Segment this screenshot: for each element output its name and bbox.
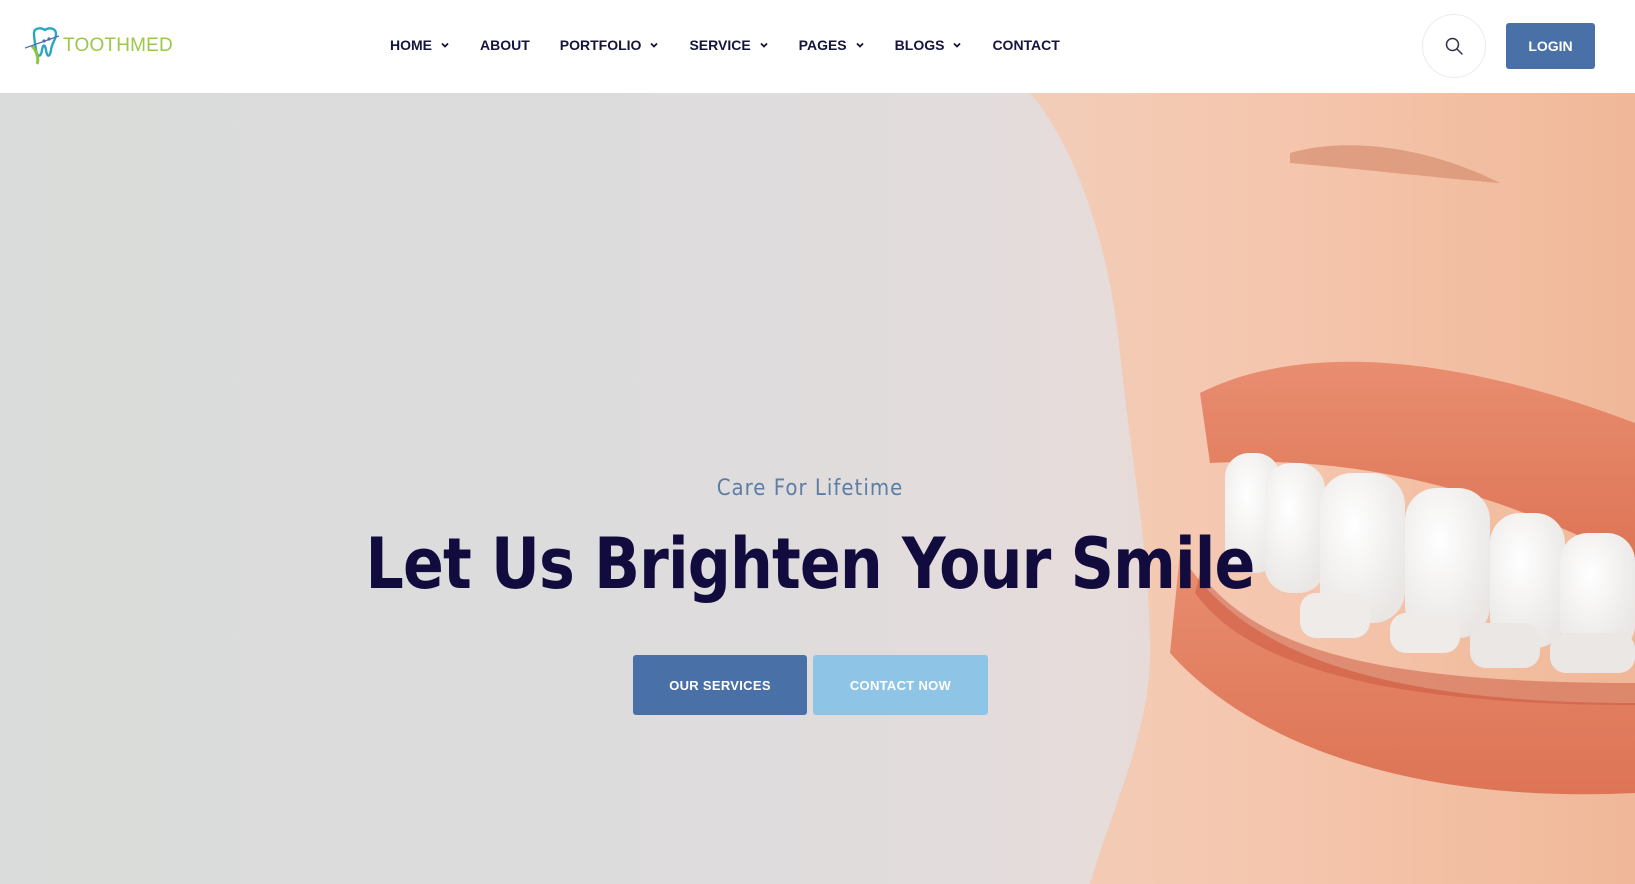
- main-nav: HOME ABOUT PORTFOLIO SERVICE PAGES BLOGS…: [390, 34, 1090, 56]
- nav-item-label: BLOGS: [894, 37, 945, 53]
- chevron-down-icon: [952, 40, 962, 50]
- chevron-down-icon: [759, 40, 769, 50]
- nav-item-about[interactable]: ABOUT: [480, 34, 530, 56]
- our-services-button[interactable]: OUR SERVICES: [633, 655, 807, 715]
- search-button[interactable]: [1422, 14, 1486, 78]
- site-header: TOOTHMED HOME ABOUT PORTFOLIO SERVICE PA…: [0, 0, 1635, 93]
- login-button[interactable]: LOGIN: [1506, 23, 1595, 69]
- tooth-logo-icon: [25, 27, 60, 65]
- nav-item-home[interactable]: HOME: [390, 34, 450, 56]
- brand-name: TOOTHMED: [63, 35, 173, 56]
- hero-title: Let Us Brighten Your Smile: [365, 523, 1256, 605]
- hero-section: Care For Lifetime Let Us Brighten Your S…: [0, 93, 1635, 884]
- chevron-down-icon: [855, 40, 865, 50]
- nav-item-portfolio[interactable]: PORTFOLIO: [560, 34, 660, 56]
- nav-item-label: HOME: [390, 37, 432, 53]
- nav-item-label: PORTFOLIO: [559, 37, 642, 53]
- nav-item-label: CONTACT: [992, 37, 1060, 53]
- search-icon: [1445, 37, 1463, 55]
- nav-item-label: SERVICE: [689, 37, 751, 53]
- hero-actions: OUR SERVICES CONTACT NOW: [633, 655, 988, 715]
- chevron-down-icon: [440, 40, 450, 50]
- nav-item-label: ABOUT: [480, 37, 530, 53]
- nav-item-pages[interactable]: PAGES: [799, 34, 865, 56]
- nav-item-label: PAGES: [798, 37, 847, 53]
- hero-subtitle: Care For Lifetime: [716, 476, 904, 501]
- nav-item-contact[interactable]: CONTACT: [992, 34, 1059, 56]
- contact-now-button[interactable]: CONTACT NOW: [813, 655, 988, 715]
- nav-item-service[interactable]: SERVICE: [689, 34, 768, 56]
- brand-logo[interactable]: TOOTHMED: [25, 24, 173, 66]
- chevron-down-icon: [649, 40, 659, 50]
- nav-item-blogs[interactable]: BLOGS: [895, 34, 963, 56]
